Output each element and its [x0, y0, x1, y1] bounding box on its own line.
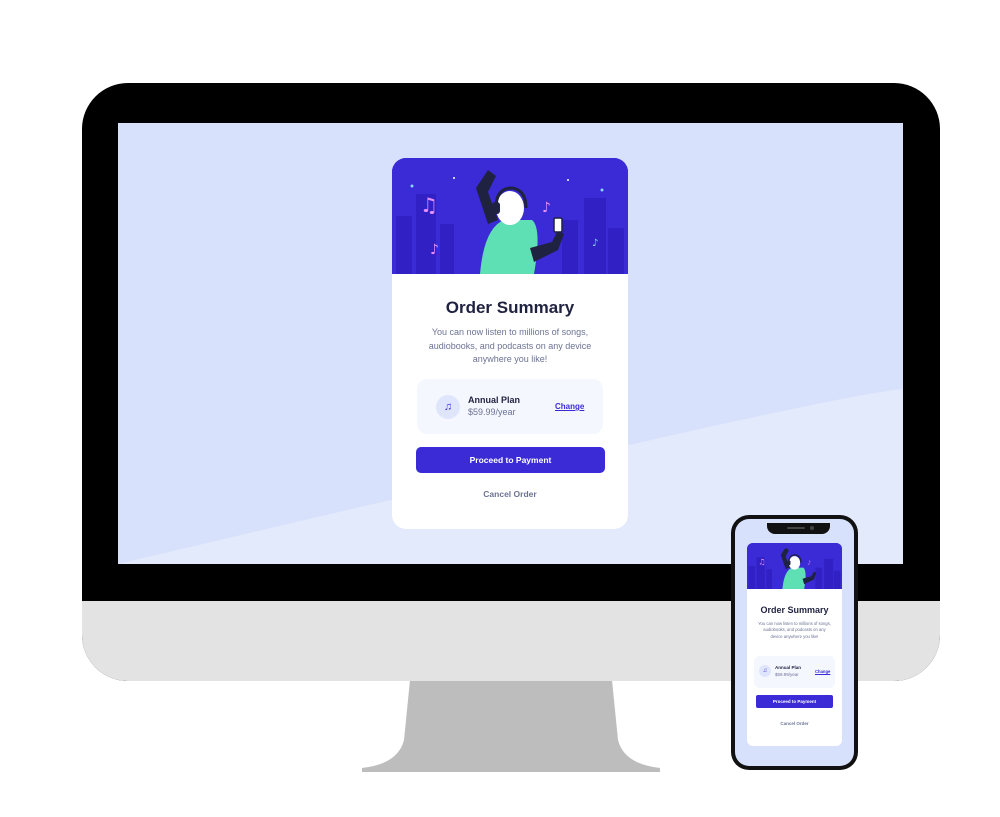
desktop-screen: ♫ ♪ ♪ ♪ Order Summary You can now listen…: [118, 123, 903, 564]
mobile-screen: ♫ ♪ Order Summary You can now listen to …: [735, 519, 854, 766]
hero-illustration: ♫ ♪ ♪ ♪: [392, 158, 628, 274]
svg-text:♪: ♪: [542, 200, 551, 216]
change-plan-link[interactable]: Change: [555, 402, 584, 411]
svg-text:♫: ♫: [758, 557, 765, 566]
order-summary-card: ♫ ♪ ♪ ♪ Order Summary You can now listen…: [392, 158, 628, 529]
front-camera: [810, 526, 814, 530]
card-description: You can now listen to millions of songs,…: [428, 327, 592, 364]
plan-price-mobile: $59.99/year: [775, 672, 799, 677]
music-note-icon: ♫: [759, 665, 771, 677]
card-title-mobile: Order Summary: [760, 605, 829, 615]
hero-illustration-mobile: ♫ ♪: [747, 543, 842, 589]
svg-text:♪: ♪: [430, 242, 439, 258]
speaker-grille: [787, 527, 805, 529]
mobile-phone: ♫ ♪ Order Summary You can now listen to …: [731, 515, 858, 770]
cancel-order-button-mobile[interactable]: Cancel Order: [747, 721, 842, 726]
svg-text:♪: ♪: [592, 238, 598, 249]
card-description-mobile: You can now listen to millions of songs,…: [758, 621, 831, 639]
cancel-order-button[interactable]: Cancel Order: [392, 489, 628, 499]
music-note-icon: ♫: [436, 395, 460, 419]
plan-price: $59.99/year: [468, 407, 516, 417]
change-plan-link-mobile[interactable]: Change: [815, 669, 830, 674]
monitor-stand: [362, 680, 660, 772]
phone-notch: [767, 523, 830, 534]
proceed-to-payment-button-mobile[interactable]: Proceed to Payment: [756, 695, 833, 708]
plan-name-mobile: Annual Plan: [775, 665, 802, 670]
svg-text:♪: ♪: [807, 559, 811, 566]
card-title: Order Summary: [445, 298, 575, 317]
plan-box-mobile: ♫ Annual Plan $59.99/year Change: [754, 656, 835, 688]
plan-name: Annual Plan: [468, 395, 521, 405]
order-summary-card-mobile: ♫ ♪ Order Summary You can now listen to …: [747, 543, 842, 746]
proceed-to-payment-button[interactable]: Proceed to Payment: [416, 447, 605, 473]
svg-text:♫: ♫: [420, 193, 438, 217]
plan-box: ♫ Annual Plan $59.99/year Change: [417, 379, 603, 434]
